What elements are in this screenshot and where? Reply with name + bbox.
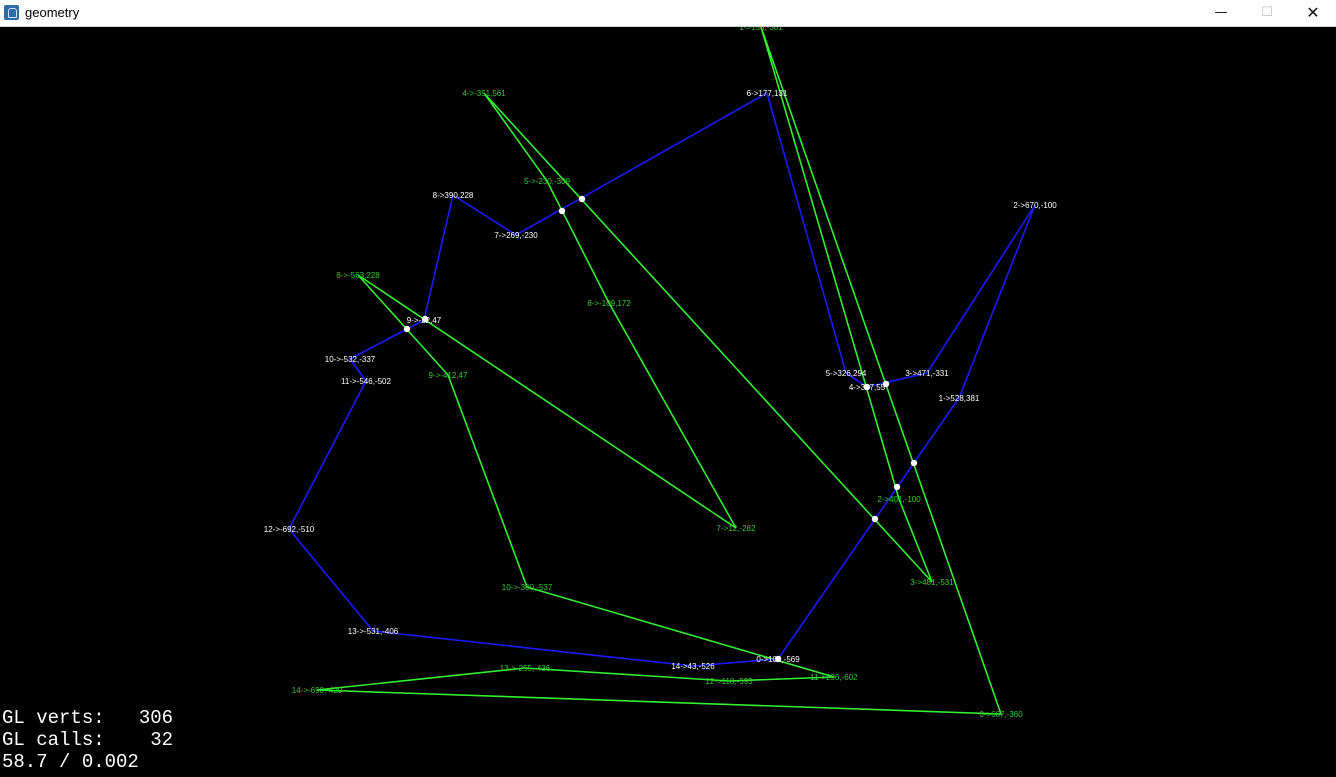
blue-vertex-label-8: 8->390,228 bbox=[433, 191, 474, 200]
green-vertex-label-4: 4->-351,561 bbox=[462, 89, 506, 98]
stats-overlay: GL verts: 306 GL calls: 32 58.7 / 0.002 bbox=[2, 707, 173, 773]
green-vertex-label-13: 13->-255,-436 bbox=[500, 664, 551, 673]
close-button[interactable]: ✕ bbox=[1290, 0, 1336, 26]
blue-vertex-label-10: 10->-532,-337 bbox=[325, 355, 376, 364]
green-vertex-label-6: 6->-109,172 bbox=[587, 299, 631, 308]
intersection-point-3 bbox=[578, 195, 586, 203]
green-vertex-label-0: 0->667,-360 bbox=[979, 710, 1023, 719]
intersection-point-5 bbox=[882, 380, 890, 388]
green-vertex-label-5: 5->-230,-309 bbox=[524, 177, 571, 186]
blue-vertex-label-11: 11->-546,-502 bbox=[341, 377, 391, 386]
intersection-point-2 bbox=[558, 207, 566, 215]
blue-vertex-label-13: 13->-531,-406 bbox=[348, 627, 399, 636]
intersection-point-4 bbox=[863, 383, 871, 391]
green-vertex-label-1: 1->153,-381 bbox=[739, 27, 783, 32]
blue-vertex-label-14: 14->43,-526 bbox=[671, 662, 715, 671]
minimize-button[interactable]: — bbox=[1198, 0, 1244, 26]
green-vertex-label-12: 12->118,-593 bbox=[705, 677, 753, 686]
blue-vertex-label-3: 3->471,-331 bbox=[905, 369, 949, 378]
green-vertex-label-7: 7->12,-282 bbox=[717, 524, 756, 533]
blue-vertex-label-7: 7->269,-230 bbox=[494, 231, 538, 240]
green-vertex-label-8: 8->-563,228 bbox=[336, 271, 380, 280]
blue-vertex-label-6: 6->177,131 bbox=[747, 89, 788, 98]
blue-vertex-label-5: 5->326,294 bbox=[826, 369, 867, 378]
gl-verts-stat: GL verts: 306 bbox=[2, 707, 174, 729]
gl-calls-stat: GL calls: 32 bbox=[2, 729, 174, 751]
title-bar[interactable]: geometry — ☐ ✕ bbox=[0, 0, 1336, 27]
geometry-canvas[interactable]: 0->667,-360 1->153,-381 2->401,-100 3->481,… bbox=[1, 27, 1335, 776]
green-vertex-label-3: 3->481,-531 bbox=[910, 578, 954, 587]
opengl-app-icon bbox=[4, 5, 19, 20]
green-vertex-label-9: 9->-412,47 bbox=[429, 371, 468, 380]
green-polygon-outline bbox=[316, 27, 1003, 715]
intersection-point-6 bbox=[910, 459, 918, 467]
green-vertex-label-14: 14->-690,-420 bbox=[292, 686, 343, 695]
blue-vertex-label-2: 2->670,-100 bbox=[1013, 201, 1057, 210]
maximize-button[interactable]: ☐ bbox=[1244, 0, 1290, 26]
green-vertex-label-2: 2->401,-100 bbox=[877, 495, 921, 504]
intersection-point-7 bbox=[893, 483, 901, 491]
intersection-points bbox=[403, 195, 918, 663]
green-vertex-label-11: 11->296,-602 bbox=[810, 673, 858, 682]
window-title: geometry bbox=[25, 5, 80, 20]
intersection-point-9 bbox=[774, 655, 782, 663]
intersection-point-1 bbox=[403, 325, 411, 333]
blue-vertex-label-1: 1->528,381 bbox=[939, 394, 980, 403]
gl-viewport[interactable]: 0->667,-360 1->153,-381 2->401,-100 3->481,… bbox=[1, 27, 1335, 776]
intersection-point-0 bbox=[421, 315, 429, 323]
fps-stat: 58.7 / 0.002 bbox=[2, 751, 139, 773]
blue-vertex-label-12: 12->-692,-510 bbox=[264, 525, 315, 534]
green-vertex-label-10: 10->-300,-537 bbox=[502, 583, 553, 592]
app-window: geometry — ☐ ✕ 0->667,-360 1->153,-381 2->… bbox=[0, 0, 1336, 777]
intersection-point-8 bbox=[871, 515, 879, 523]
green-polygon bbox=[316, 27, 1003, 715]
